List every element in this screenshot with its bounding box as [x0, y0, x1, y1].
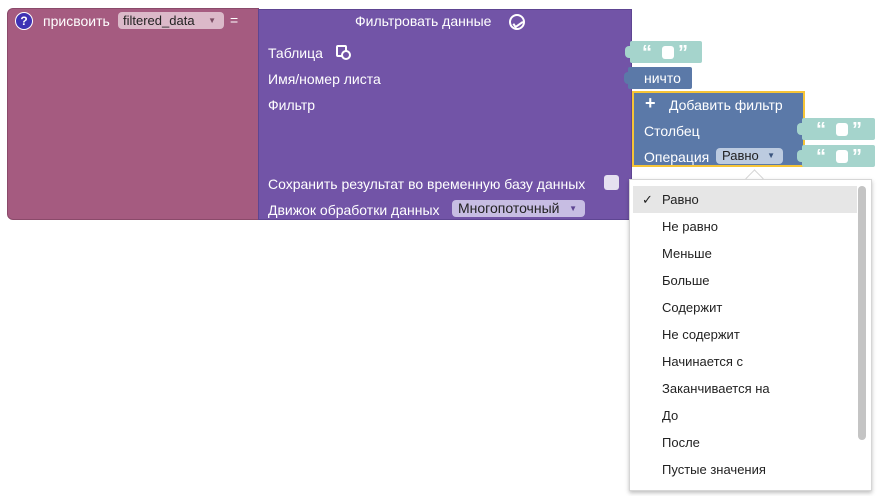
table-text-input[interactable]: “ ”	[625, 41, 702, 64]
dropdown-arrow-icon: ▼	[569, 204, 577, 213]
dropdown-option[interactable]: ✓ Равно	[633, 186, 857, 213]
dropdown-option[interactable]: Больше	[633, 267, 857, 294]
dropdown-option-label: Заканчивается на	[662, 381, 770, 396]
dropdown-option[interactable]: После	[633, 429, 857, 456]
dropdown-option[interactable]: Пустые значения	[633, 456, 857, 483]
column-text-input[interactable]: “ ”	[797, 118, 875, 141]
table-label: Таблица	[268, 45, 323, 61]
chart-icon[interactable]	[509, 14, 525, 30]
dropdown-option-label: Начинается с	[662, 354, 744, 369]
dropdown-option[interactable]: Содержит	[633, 294, 857, 321]
dropdown-option[interactable]: Не содержит	[633, 321, 857, 348]
dropdown-option[interactable]: До	[633, 402, 857, 429]
assign-block[interactable]	[7, 8, 259, 220]
quote-close-icon: ”	[678, 42, 688, 64]
engine-dropdown[interactable]: Многопоточный ▼	[452, 200, 585, 217]
dropdown-option-label: После	[662, 435, 700, 450]
quote-open-icon: “	[816, 146, 826, 168]
equals-sign: =	[230, 12, 239, 28]
help-icon[interactable]: ?	[15, 12, 33, 30]
save-temp-db-label: Сохранить результат во временную базу да…	[268, 176, 586, 192]
dropdown-option[interactable]: Начинается с	[633, 348, 857, 375]
engine-value: Многопоточный	[458, 200, 560, 216]
dropdown-option-label: Больше	[662, 273, 710, 288]
filter-label: Фильтр	[268, 97, 316, 113]
dropdown-option-label: Не равно	[662, 219, 719, 234]
column-label: Столбец	[644, 123, 700, 139]
dropdown-option[interactable]: Меньше	[633, 240, 857, 267]
plug-connector	[625, 46, 632, 58]
dropdown-option-label: Не содержит	[662, 327, 740, 342]
dropdown-option-label: Меньше	[662, 246, 712, 261]
dropdown-scrollbar[interactable]	[858, 186, 866, 440]
sheet-label: Имя/номер листа	[268, 71, 381, 87]
plug-connector	[797, 123, 804, 135]
plug-connector	[797, 150, 804, 162]
plus-icon[interactable]: +	[645, 93, 656, 114]
variable-name: filtered_data	[123, 13, 195, 28]
dropdown-option-label: До	[662, 408, 679, 423]
text-value-box[interactable]	[662, 46, 674, 59]
dropdown-arrow-icon: ▼	[767, 151, 775, 160]
dropdown-option[interactable]: Не равно	[633, 213, 857, 240]
quote-close-icon: ”	[852, 119, 862, 141]
operation-label: Операция	[644, 149, 710, 165]
quote-close-icon: ”	[852, 146, 862, 168]
operation-dropdown[interactable]: Равно ▼	[716, 148, 783, 164]
dropdown-option-label: Содержит	[662, 300, 723, 315]
checkmark-icon: ✓	[642, 192, 653, 207]
filter-block-title: Фильтровать данные	[355, 13, 492, 29]
operation-value: Равно	[722, 148, 759, 163]
dropdown-option-label: Пустые значения	[662, 462, 766, 477]
engine-label: Движок обработки данных	[268, 202, 440, 218]
operation-dropdown-menu[interactable]: ✓ Равно Не равно Меньше Больше Содержит Не сод…	[629, 179, 872, 491]
dropdown-arrow-icon: ▼	[208, 16, 216, 25]
dropdown-option-label: Равно	[662, 192, 699, 207]
value-text-input[interactable]: “ ”	[797, 145, 875, 168]
variable-dropdown[interactable]: filtered_data ▼	[118, 12, 224, 29]
text-value-box[interactable]	[836, 150, 848, 163]
add-filter-label[interactable]: Добавить фильтр	[669, 97, 783, 113]
sheet-nothing-block[interactable]: ничто	[624, 67, 692, 89]
text-value-box[interactable]	[836, 123, 848, 136]
quote-open-icon: “	[642, 42, 652, 64]
assign-label: присвоить	[43, 13, 110, 29]
dropdown-option[interactable]: Заканчивается на	[633, 375, 857, 402]
quote-open-icon: “	[816, 119, 826, 141]
table-search-icon[interactable]	[336, 45, 351, 60]
save-temp-db-checkbox[interactable]	[604, 175, 619, 190]
